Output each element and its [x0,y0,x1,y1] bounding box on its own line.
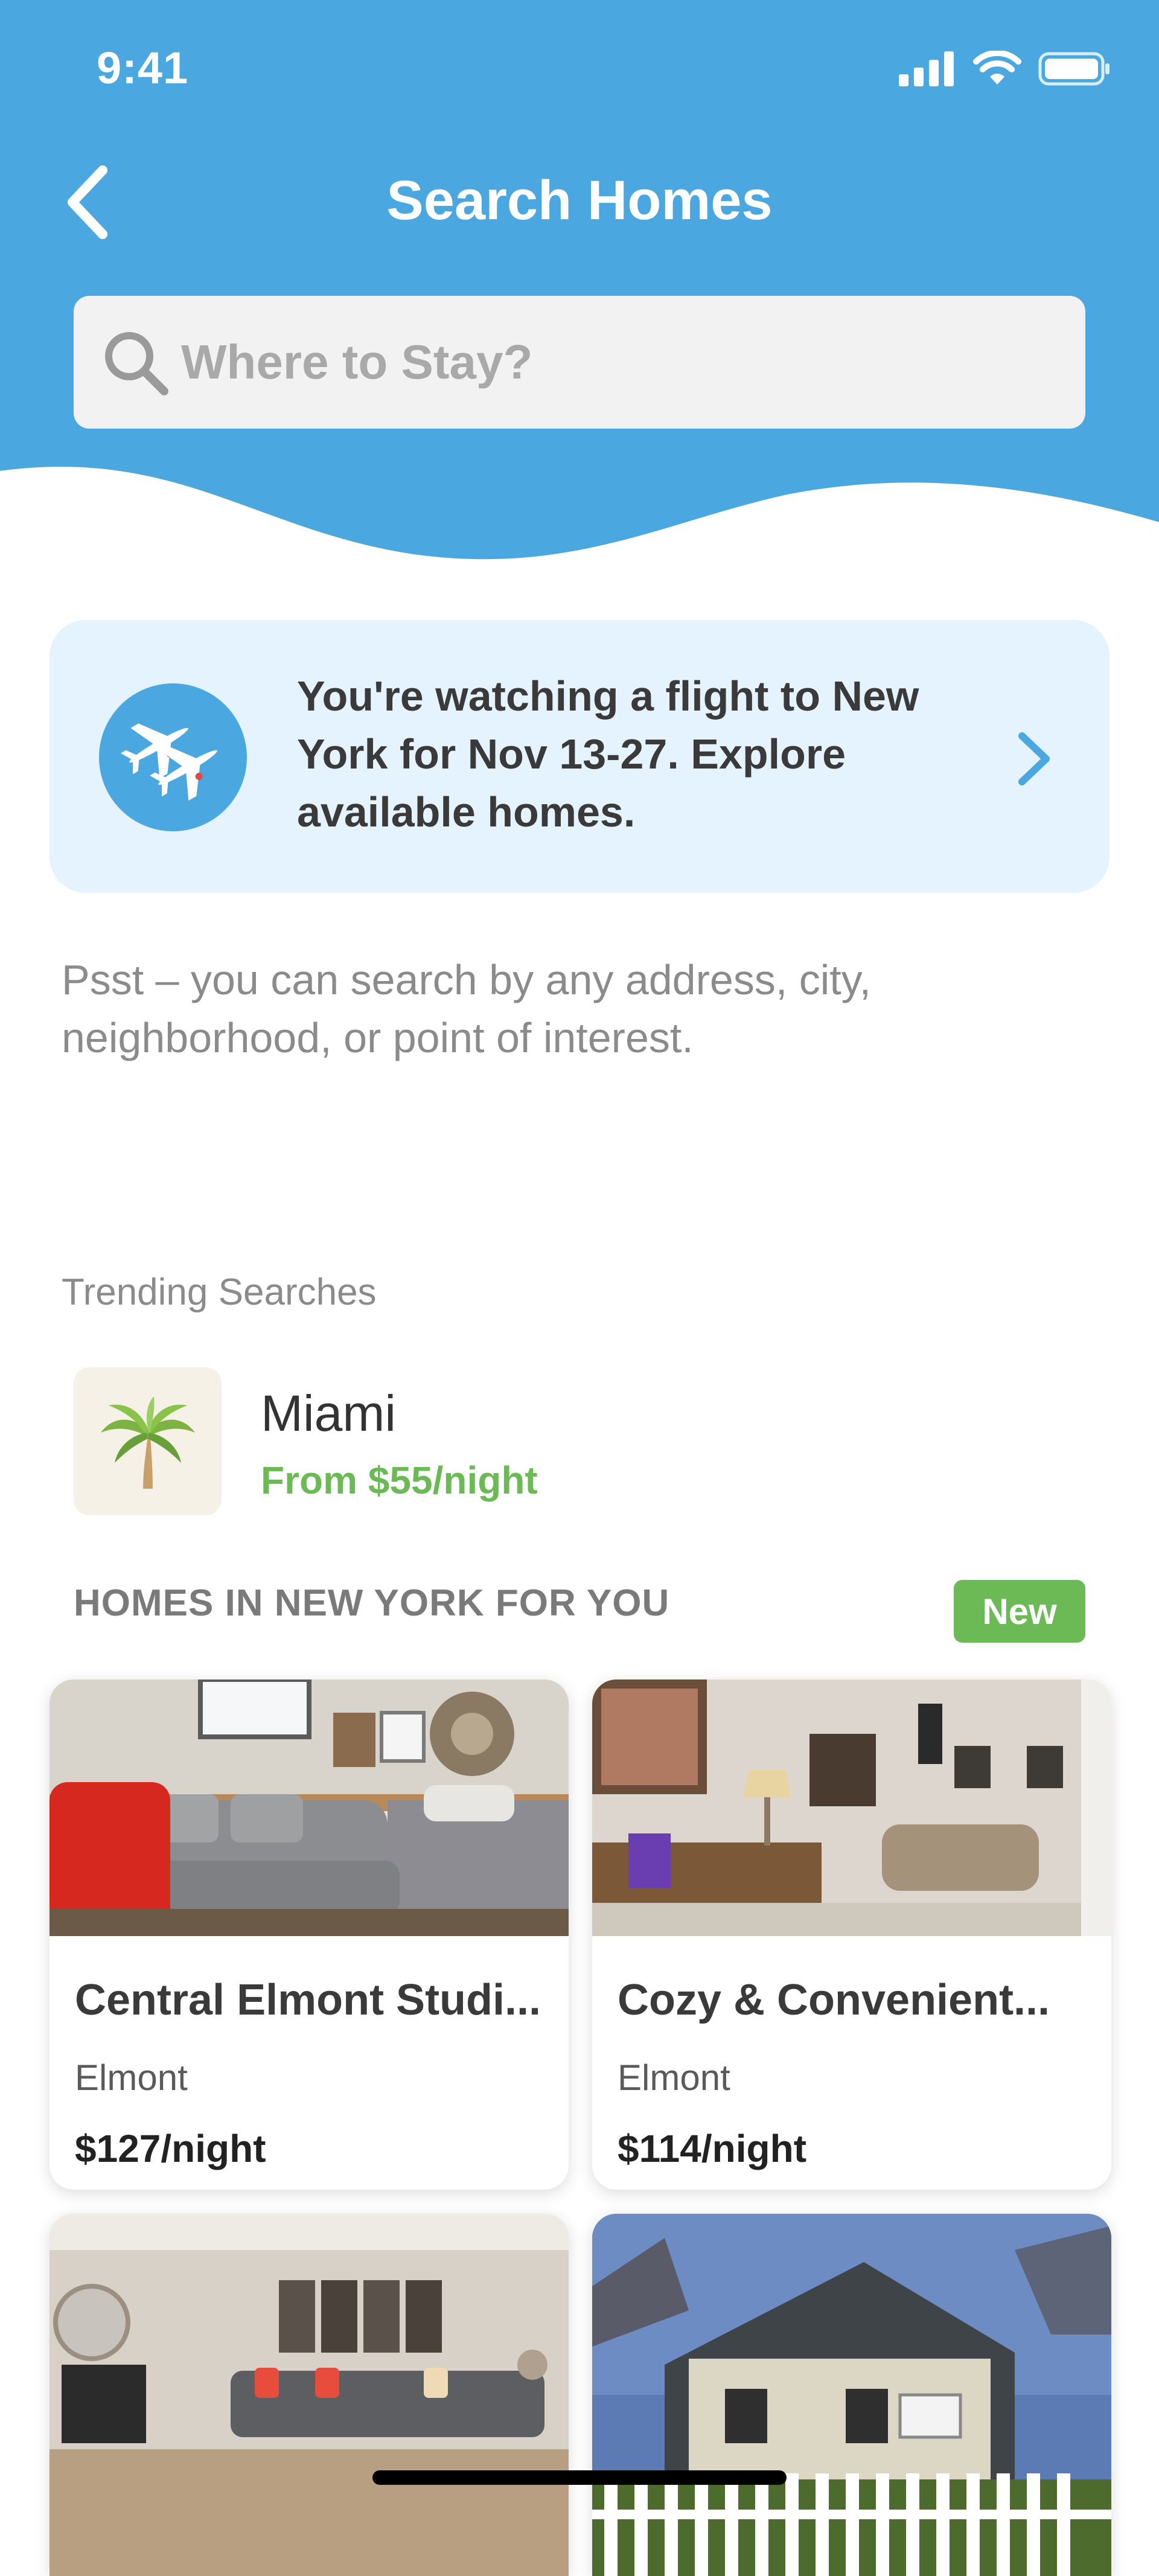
listing-title: Central Elmont Studi... [75,1976,541,2024]
listing-location: Elmont [75,2057,188,2098]
home-indicator[interactable] [372,2470,787,2485]
search-input[interactable]: Where to Stay? [74,296,1085,429]
page-title: Search Homes [386,170,773,231]
trending-item-miami[interactable]: Miami From $55/night [74,1367,919,1518]
listing-price: $127/night [75,2127,266,2170]
cellular-signal-icon [899,51,954,86]
chevron-right-icon [1018,732,1050,785]
search-icon [105,332,168,395]
listing-photo [592,1680,1111,1936]
listing-card[interactable] [592,2214,1111,2576]
status-icons [899,51,1111,87]
flight-watch-banner[interactable]: You're watching a flight to New York for… [49,620,1110,893]
listing-photo [49,1680,569,1936]
wifi-icon [973,51,1021,85]
listing-card[interactable]: Cozy & Convenient... Elmont $114/night [592,1680,1111,2190]
listing-card[interactable]: Central Elmont Studi... Elmont $127/nigh… [49,1680,569,2190]
listing-location: Elmont [618,2057,730,2098]
trending-searches-heading: Trending Searches [62,1271,377,1313]
search-placeholder: Where to Stay? [181,335,533,389]
airplanes-icon [99,683,247,831]
homes-section-heading: HOMES IN NEW YORK FOR YOU [74,1582,670,1624]
trending-price: From $55/night [261,1459,538,1502]
listing-card[interactable] [49,2214,569,2576]
search-tip: Psst – you can search by any address, ci… [62,956,872,1061]
status-time: 9:41 [97,43,189,93]
new-badge: New [954,1580,1085,1643]
flight-banner-text: You're watching a flight to New York for… [297,673,919,836]
battery-icon [1038,52,1110,86]
listing-photo [49,2214,569,2576]
trending-city: Miami [261,1385,396,1442]
listing-photo [592,2214,1111,2576]
listing-price: $114/night [618,2127,806,2170]
palm-tree-icon [74,1367,222,1515]
listing-title: Cozy & Convenient... [618,1976,1050,2024]
